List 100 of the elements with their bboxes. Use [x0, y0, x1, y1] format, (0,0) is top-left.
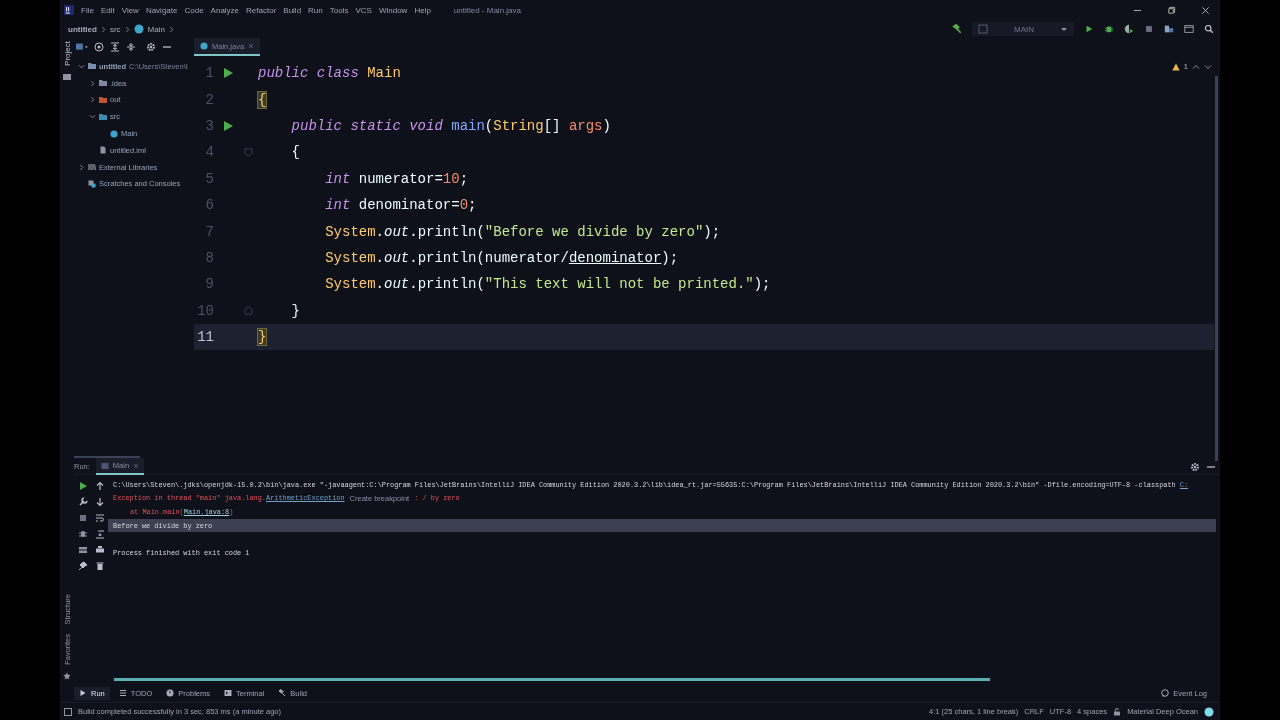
menu-item[interactable]: Tools [329, 5, 349, 15]
memory-indicator-icon[interactable] [1204, 706, 1214, 717]
soft-wrap-icon[interactable] [94, 513, 105, 523]
menu-item[interactable]: Refactor [246, 5, 277, 15]
settings-icon[interactable] [1190, 461, 1200, 472]
view-selector-icon[interactable] [76, 41, 88, 53]
breadcrumb[interactable]: Main [147, 24, 165, 34]
rerun-icon[interactable] [77, 481, 88, 491]
line-number: 2 [204, 91, 214, 108]
chevron-up-icon[interactable] [1192, 62, 1200, 71]
hammer-icon [278, 689, 287, 697]
file-icon [99, 146, 107, 155]
config-icon [978, 24, 988, 34]
code-line: { [290, 144, 300, 161]
scrollbar[interactable] [114, 678, 990, 681]
arrow-up-icon[interactable] [94, 481, 105, 491]
window-icon[interactable] [1184, 24, 1194, 34]
restore-icon[interactable] [1167, 5, 1176, 15]
chevron-right-icon [100, 25, 106, 33]
list-icon [118, 689, 127, 697]
run-configuration-dropdown[interactable]: MAIN [972, 22, 1074, 36]
expand-all-icon[interactable] [110, 42, 120, 52]
menu-item[interactable]: Analyze [210, 5, 240, 15]
trash-icon[interactable] [94, 561, 105, 571]
line-number: 4 [204, 144, 214, 161]
run-gutter-icon[interactable] [222, 67, 234, 80]
search-icon[interactable] [1204, 24, 1214, 34]
locate-icon[interactable] [94, 42, 104, 52]
close-icon[interactable] [1201, 5, 1210, 15]
chevron-icon[interactable] [89, 96, 96, 104]
pin-icon[interactable] [77, 561, 88, 571]
app-logo-icon [64, 5, 74, 15]
menu-item[interactable]: Edit [100, 5, 115, 15]
chevron-right-icon [124, 25, 130, 33]
code-line: int numerator=10; [324, 170, 469, 187]
bug-icon[interactable] [77, 529, 88, 539]
code-line: System.out.println("Before we divide by zero"); [324, 223, 721, 240]
print-icon[interactable] [94, 545, 105, 555]
menu-item[interactable]: Code [184, 5, 204, 15]
menu-item[interactable]: Build [283, 5, 302, 15]
menu-item[interactable]: Help [414, 5, 431, 15]
code-line: int denominator=0; [324, 197, 477, 214]
breadcrumb[interactable]: untitled [68, 24, 97, 34]
chevron-icon[interactable] [78, 163, 85, 171]
line-number: 6 [204, 197, 214, 214]
line-number: 8 [204, 249, 214, 266]
line-number: 7 [204, 223, 214, 240]
settings-icon[interactable] [146, 42, 156, 52]
chevron-right-icon [168, 25, 174, 33]
bug-icon[interactable] [1104, 24, 1114, 34]
scrollbar[interactable] [1215, 76, 1218, 461]
code-line: System.out.println(numerator/denominator); [324, 249, 679, 266]
menu-item[interactable]: Navigate [145, 5, 178, 15]
line-number: 1 [204, 65, 214, 82]
breadcrumb[interactable]: src [109, 24, 121, 34]
menu-item[interactable]: Run [308, 5, 323, 15]
code-line: System.out.println("This text will not be printed."); [324, 276, 771, 293]
star-icon [63, 672, 71, 680]
code-line: } [290, 302, 300, 319]
chevron-icon[interactable] [78, 62, 85, 70]
chevron-icon[interactable] [89, 79, 96, 87]
wrench-icon[interactable] [77, 497, 88, 507]
line-number: 11 [196, 329, 214, 346]
menu-item[interactable]: Window [378, 5, 408, 15]
stop-icon[interactable] [77, 513, 88, 523]
caret-icon [1060, 25, 1068, 33]
line-number: 9 [204, 276, 214, 293]
status-toggle-icon[interactable] [64, 707, 72, 716]
code-line: public static void main(String[] args) [290, 117, 611, 134]
menu-item[interactable]: File [81, 5, 94, 15]
coverage-icon[interactable] [1124, 24, 1134, 34]
project-structure-icon[interactable] [1164, 24, 1174, 34]
hammer-icon[interactable] [952, 24, 962, 34]
chevron-down-icon[interactable] [1204, 62, 1212, 71]
line-number: 10 [196, 302, 214, 319]
info-icon [166, 689, 175, 697]
lock-icon[interactable] [1113, 707, 1122, 716]
menu-item[interactable]: VCS [355, 5, 372, 15]
line-number: 3 [204, 117, 214, 134]
speech-bubble-icon [1161, 689, 1170, 697]
project-tool-tab[interactable]: Project [62, 38, 72, 69]
line-number: 5 [204, 170, 214, 187]
scratch-icon [88, 179, 96, 188]
run-icon[interactable] [1084, 24, 1094, 34]
arrow-down-icon[interactable] [94, 497, 105, 507]
library-icon [88, 163, 96, 172]
class-icon [133, 24, 144, 34]
play-icon [79, 689, 87, 697]
window-title: untitled - Main.java [453, 5, 521, 15]
chevron-icon[interactable] [89, 113, 96, 121]
menu-item[interactable]: View [121, 5, 139, 15]
scroll-to-end-icon[interactable] [94, 529, 105, 539]
stop-icon[interactable] [1144, 24, 1154, 34]
layout-icon[interactable] [77, 545, 88, 555]
scrollbar[interactable] [74, 456, 140, 458]
class-icon [110, 129, 118, 138]
terminal-icon [224, 689, 232, 697]
warning-icon[interactable] [1171, 62, 1180, 71]
run-gutter-icon[interactable] [222, 119, 234, 132]
collapse-all-icon[interactable] [126, 42, 136, 52]
